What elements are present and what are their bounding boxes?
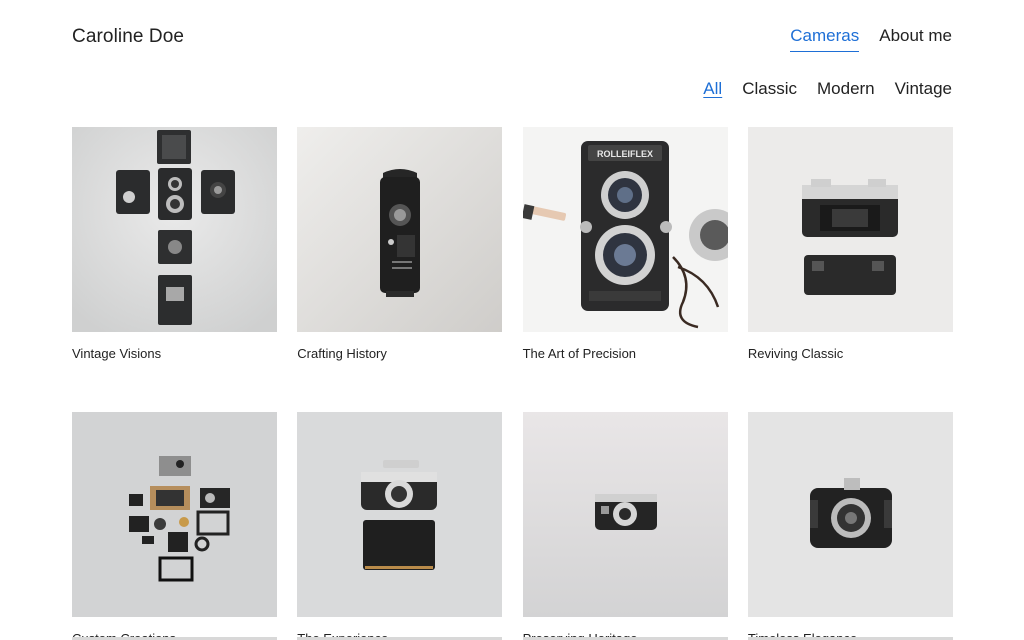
site-header: Caroline Doe Cameras About me: [72, 26, 952, 56]
gallery-card[interactable]: Custom Creations: [72, 412, 277, 640]
filter-vintage[interactable]: Vintage: [895, 79, 952, 99]
filter-all[interactable]: All: [703, 79, 722, 99]
rangefinder-camera-photo[interactable]: [747, 127, 953, 332]
gallery-card[interactable]: The Experience: [297, 412, 503, 640]
gallery-card[interactable]: ROLLEIFLEX The Art of Precision: [522, 127, 728, 361]
filter-classic[interactable]: Classic: [742, 79, 797, 99]
movie-camera-photo[interactable]: [297, 127, 503, 332]
main-nav: Cameras About me: [790, 26, 952, 52]
gallery-card[interactable]: Vintage Visions: [72, 127, 277, 361]
card-caption: Vintage Visions: [72, 346, 162, 361]
rolleiflex-camera-photo[interactable]: ROLLEIFLEX: [522, 127, 728, 332]
card-caption: The Art of Precision: [522, 346, 637, 361]
compact-camera-photo[interactable]: [522, 412, 728, 617]
gallery-card[interactable]: Crafting History: [297, 127, 503, 361]
leica-camera-photo[interactable]: [297, 412, 503, 617]
photo-gallery: Vintage Visions Crafting History ROLLEIF…: [72, 127, 953, 640]
gallery-card[interactable]: Preserving Heritage: [522, 412, 728, 640]
card-caption: Crafting History: [297, 346, 387, 361]
folding-camera-photo[interactable]: [747, 412, 953, 617]
category-filters: All Classic Modern Vintage: [703, 79, 952, 99]
camera-brand-text: ROLLEIFLEX: [597, 149, 653, 159]
nav-about-me[interactable]: About me: [879, 26, 952, 52]
nav-cameras[interactable]: Cameras: [790, 26, 860, 52]
gallery-card[interactable]: Reviving Classic: [747, 127, 953, 361]
gallery-card[interactable]: Timeless Elegance: [747, 412, 953, 640]
disassembled-camera-photo[interactable]: [72, 412, 277, 617]
camera-parts-cross-photo[interactable]: [72, 127, 277, 332]
card-caption: Reviving Classic: [747, 346, 844, 361]
filter-modern[interactable]: Modern: [817, 79, 875, 99]
site-title[interactable]: Caroline Doe: [72, 26, 184, 48]
